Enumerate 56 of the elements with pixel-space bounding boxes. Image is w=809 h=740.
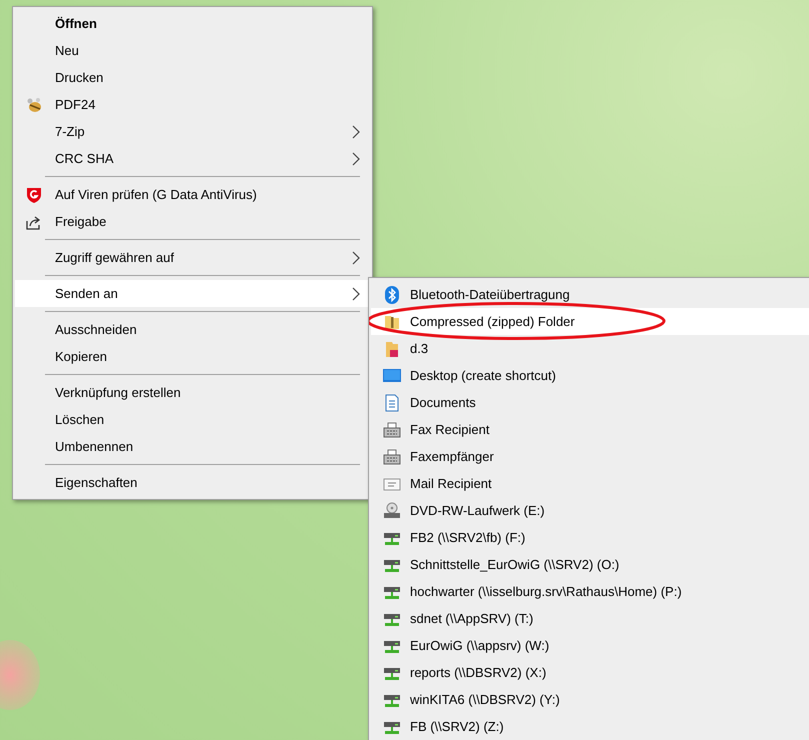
menu-item[interactable]: Öffnen [15, 10, 370, 37]
menu-item-label: Eigenschaften [55, 474, 138, 492]
menu-item-label: Kopieren [55, 348, 108, 366]
fax-icon [383, 448, 401, 466]
menu-item[interactable]: Fax Recipient [371, 416, 809, 443]
menu-item[interactable]: Löschen [15, 406, 370, 433]
menu-item-label: Senden an [55, 284, 118, 303]
menu-item[interactable]: Desktop (create shortcut) [371, 362, 809, 389]
menu-item[interactable]: Eigenschaften [15, 469, 370, 496]
monitor-icon [383, 367, 401, 385]
menu-item-label: Öffnen [55, 14, 97, 33]
menu-item[interactable]: Senden an [15, 280, 370, 307]
menu-item[interactable]: CRC SHA [15, 145, 370, 172]
menu-item-label: Ausschneiden [55, 320, 137, 339]
bluetooth-icon [383, 286, 401, 304]
menu-item[interactable]: Documents [371, 389, 809, 416]
menu-item-label: PDF24 [55, 96, 96, 114]
menu-item[interactable]: DVD-RW-Laufwerk (E:) [371, 497, 809, 524]
menu-item[interactable]: Freigabe [15, 208, 370, 235]
menu-item-label: Umbenennen [55, 438, 134, 456]
menu-item-label: Auf Viren prüfen (G Data AntiVirus) [55, 186, 257, 204]
menu-item[interactable]: hochwarter (\\isselburg.srv\Rathaus\Home) (P:) [371, 578, 809, 605]
menu-item-label: Verknüpfung erstellen [55, 384, 181, 402]
menu-item[interactable]: FB (\\SRV2) (Z:) [371, 713, 809, 740]
menu-item[interactable]: Auf Viren prüfen (G Data AntiVirus) [15, 181, 370, 208]
menu-item[interactable]: Faxempfänger [371, 443, 809, 470]
menu-item-label: CRC SHA [55, 150, 114, 168]
menu-item[interactable]: d.3 [371, 335, 809, 362]
menu-item-label: Freigabe [55, 212, 106, 231]
menu-item[interactable]: Ausschneiden [15, 316, 370, 343]
menu-item[interactable]: EurOwiG (\\appsrv) (W:) [371, 632, 809, 659]
menu-item[interactable]: sdnet (\\AppSRV) (T:) [371, 605, 809, 632]
fax-icon [383, 421, 401, 439]
menu-item[interactable]: reports (\\DBSRV2) (X:) [371, 659, 809, 686]
shield-icon [25, 186, 43, 204]
menu-item[interactable]: Drucken [15, 64, 370, 91]
menu-item-label: Zugriff gewähren auf [55, 248, 174, 267]
menu-item[interactable]: Verknüpfung erstellen [15, 379, 370, 406]
menu-item-label: Löschen [55, 410, 104, 429]
menu-item[interactable]: Umbenennen [15, 433, 370, 460]
menu-item-label: 7-Zip [55, 122, 85, 141]
menu-item[interactable]: Bluetooth-Dateiübertragung [371, 281, 809, 308]
optical-drive-icon [383, 502, 401, 520]
menu-item[interactable]: PDF24 [15, 91, 370, 118]
menu-item[interactable]: Compressed (zipped) Folder [371, 308, 809, 335]
menu-item-label: Drucken [55, 68, 104, 87]
menu-item[interactable]: winKITA6 (\\DBSRV2) (Y:) [371, 686, 809, 713]
menu-item[interactable]: Schnittstelle_EurOwiG (\\SRV2) (O:) [371, 551, 809, 578]
menu-item[interactable]: Neu [15, 37, 370, 64]
menu-item[interactable]: 7-Zip [15, 118, 370, 145]
menu-item[interactable]: Zugriff gewähren auf [15, 244, 370, 271]
menu-item[interactable]: FB2 (\\SRV2\fb) (F:) [371, 524, 809, 551]
menu-item[interactable]: Mail Recipient [371, 470, 809, 497]
menu-item[interactable]: Kopieren [15, 343, 370, 370]
zipped-folder-icon [383, 313, 401, 331]
menu-item-label: Neu [55, 42, 79, 60]
